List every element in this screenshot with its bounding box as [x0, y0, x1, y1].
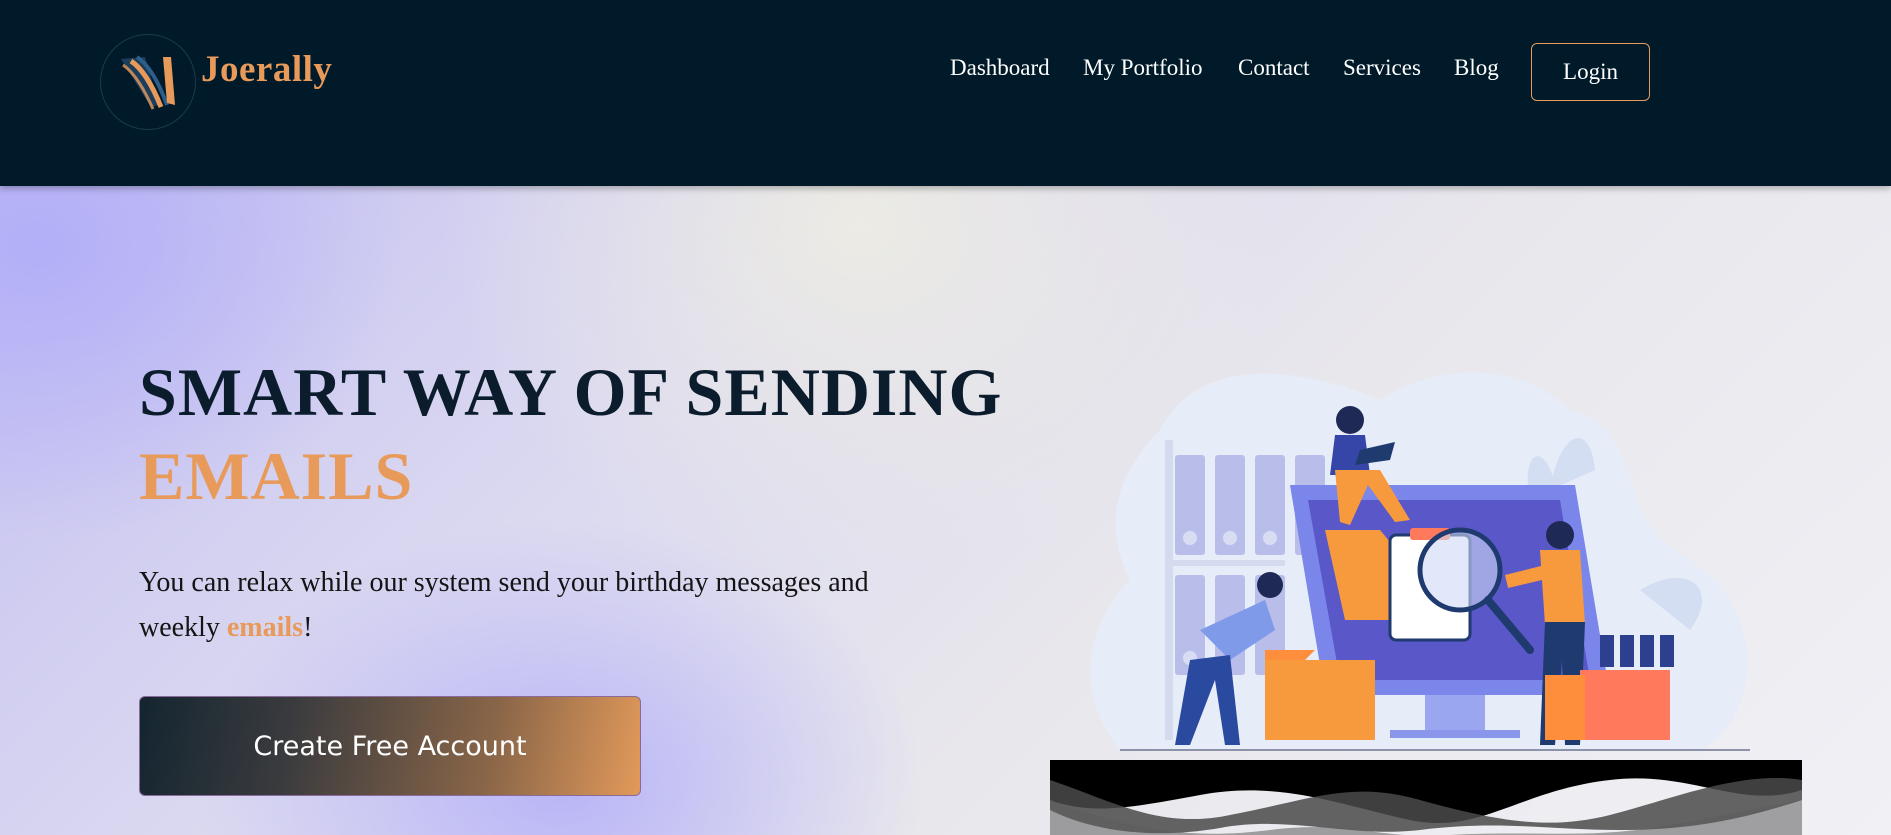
login-button[interactable]: Login: [1531, 43, 1650, 101]
nav-blog[interactable]: Blog: [1454, 55, 1499, 89]
brand-name[interactable]: Joerally: [201, 48, 332, 91]
create-account-button[interactable]: Create Free Account: [139, 696, 641, 796]
headline-line-2: EMAILS: [139, 438, 414, 514]
nav-dashboard[interactable]: Dashboard: [950, 55, 1050, 89]
nav-contact[interactable]: Contact: [1238, 55, 1310, 89]
headline-line-1: SMART WAY OF SENDING: [139, 354, 1003, 430]
brand-logo-icon[interactable]: [100, 34, 196, 130]
site-header: Joerally Dashboard My Portfolio Contact …: [0, 0, 1891, 186]
nav-services[interactable]: Services: [1343, 55, 1421, 89]
subtext-end: !: [303, 612, 313, 643]
nav-my-portfolio[interactable]: My Portfolio: [1083, 55, 1202, 89]
hero-subtext: You can relax while our system send your…: [139, 560, 919, 650]
hero-headline: SMART WAY OF SENDING EMAILS: [139, 350, 1002, 518]
subtext-accent: emails: [226, 612, 304, 643]
file-search-illustration: [1050, 360, 1802, 835]
